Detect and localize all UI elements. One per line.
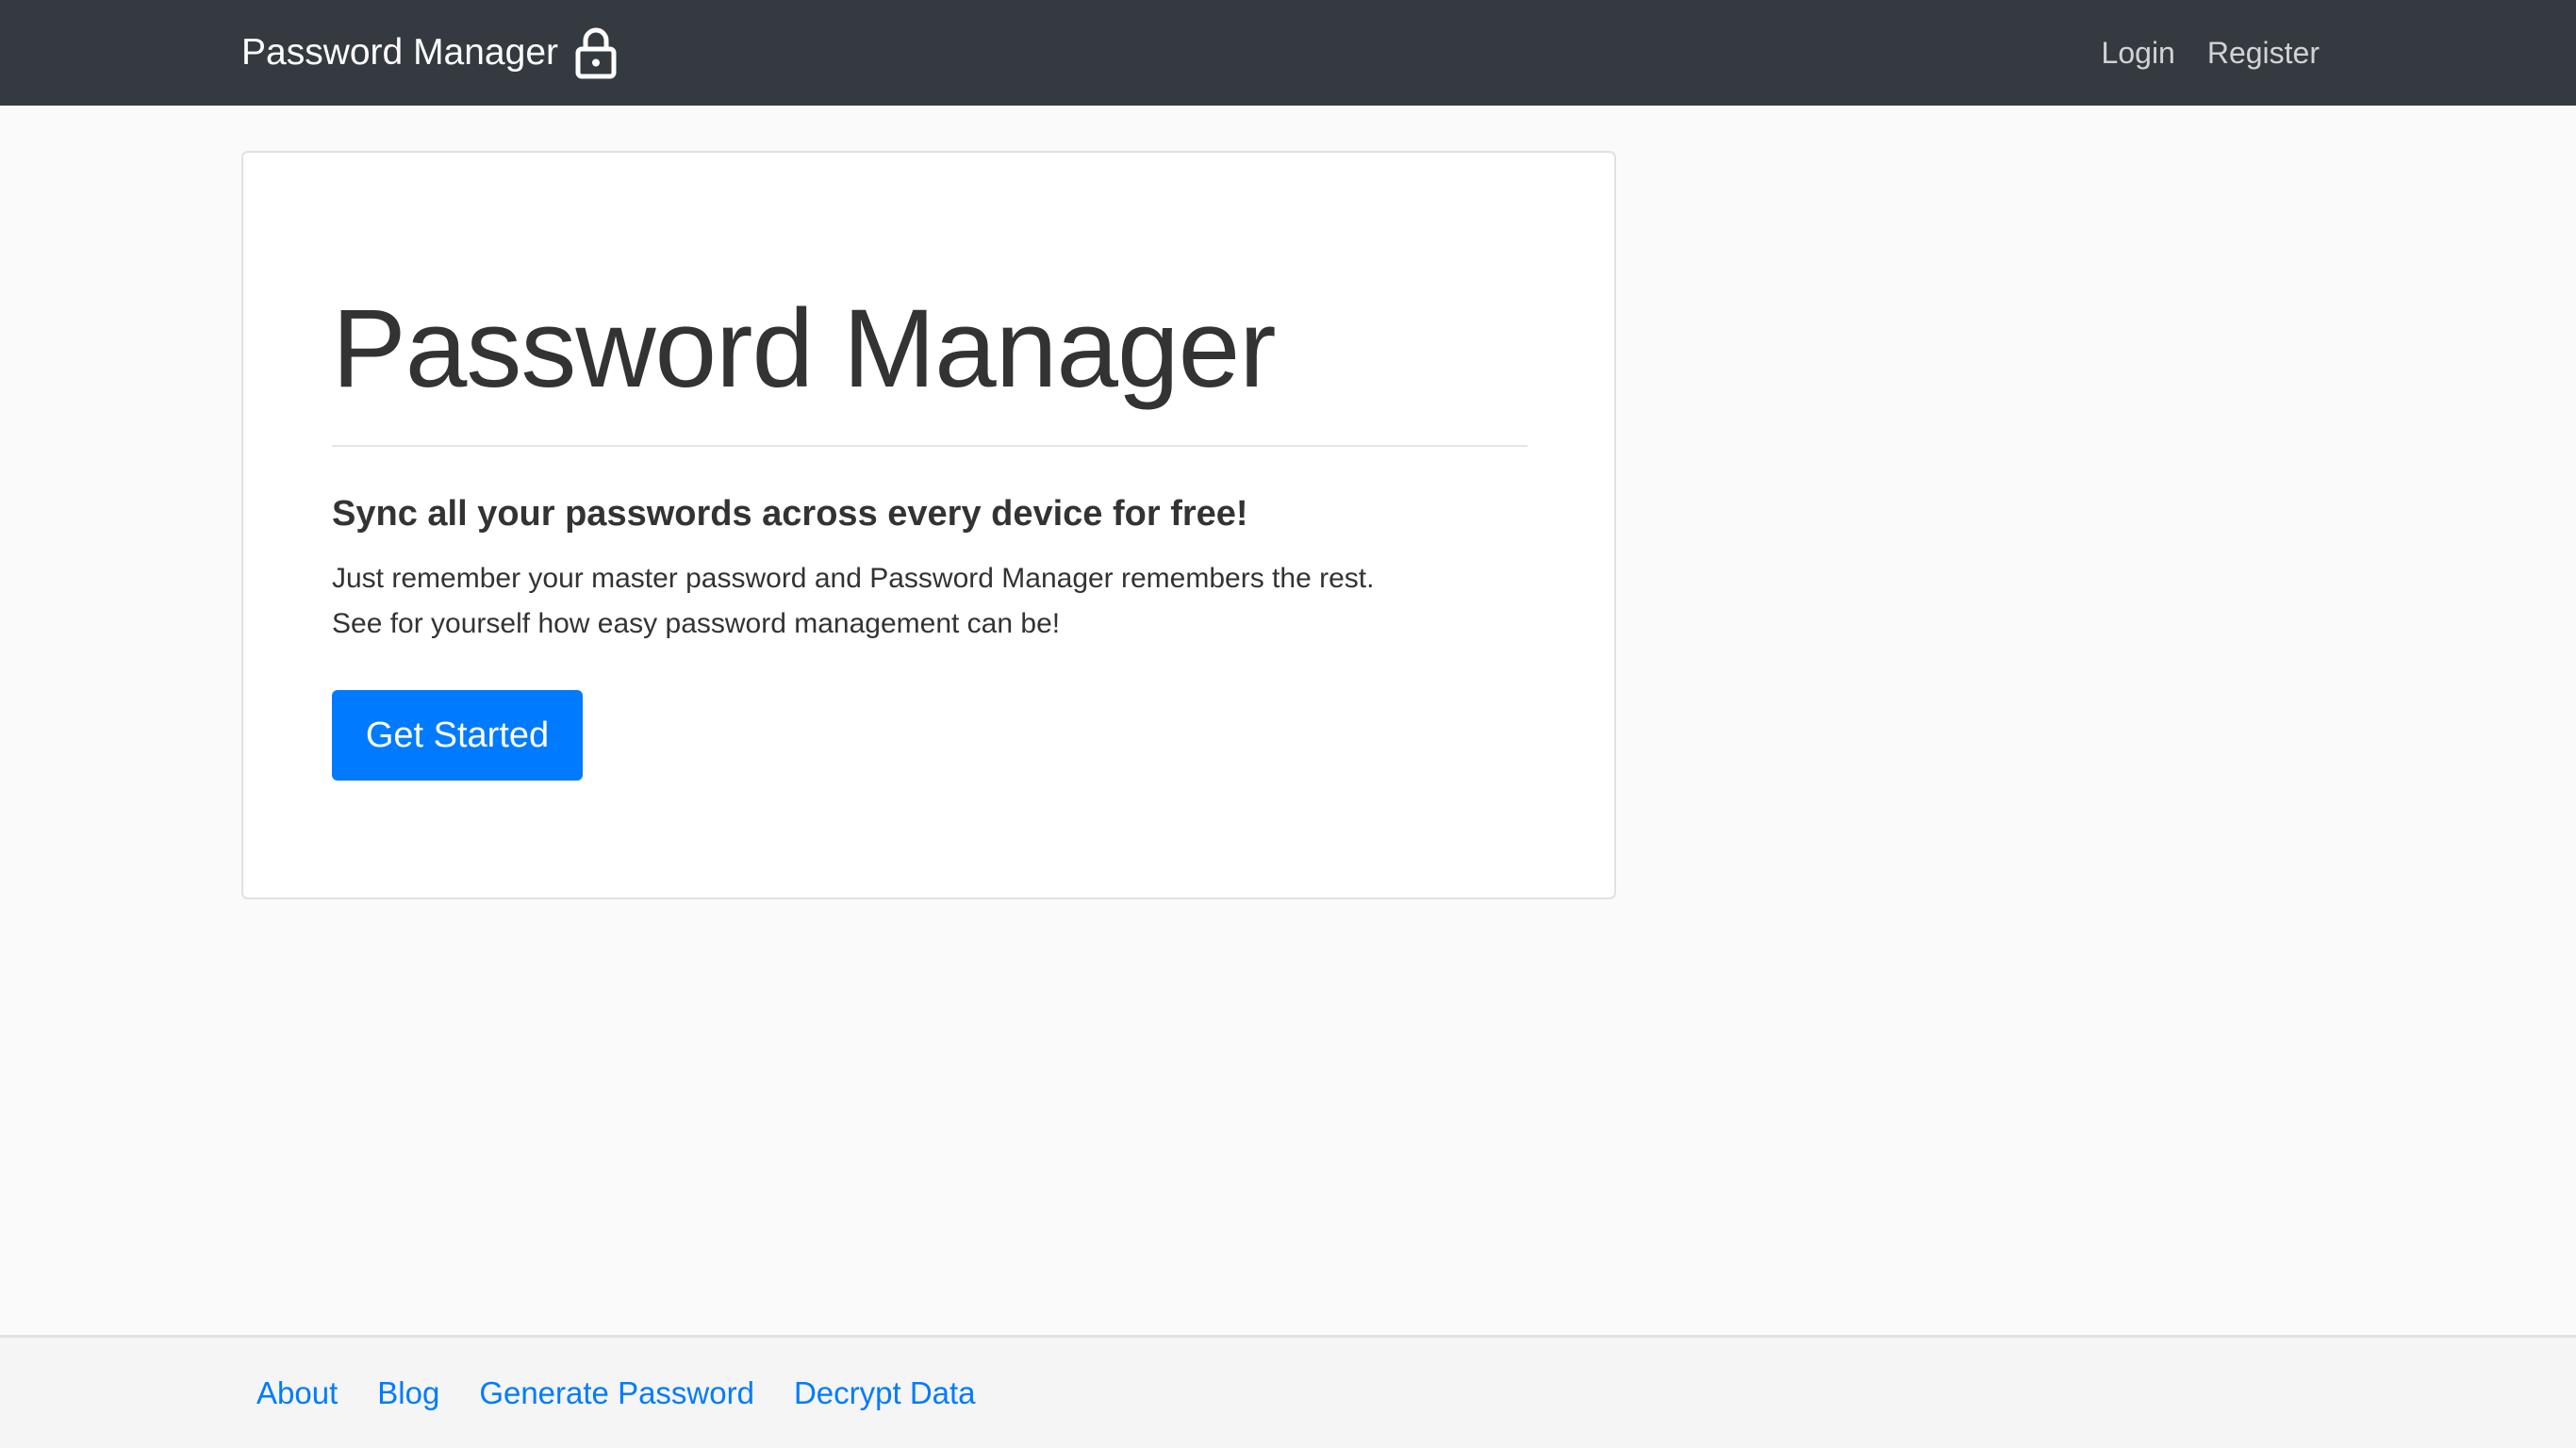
- get-started-button[interactable]: Get Started: [332, 690, 583, 781]
- brand-link[interactable]: Password Manager: [241, 0, 617, 106]
- divider: [332, 445, 1527, 447]
- description-line: Just remember your master password and P…: [332, 563, 1375, 594]
- brand-text: Password Manager: [241, 32, 558, 73]
- hero-card: Password Manager Sync all your passwords…: [241, 151, 1616, 899]
- hero-subtitle: Sync all your passwords across every dev…: [332, 494, 1248, 534]
- footer-links: About Blog Generate Password Decrypt Dat…: [256, 1338, 976, 1448]
- generate-password-link[interactable]: Generate Password: [479, 1375, 754, 1411]
- nav-links: Login Register: [2102, 0, 2320, 106]
- footer: About Blog Generate Password Decrypt Dat…: [0, 1335, 2576, 1448]
- login-link[interactable]: Login: [2102, 36, 2175, 71]
- decrypt-data-link[interactable]: Decrypt Data: [794, 1375, 976, 1411]
- description-line: See for yourself how easy password manag…: [332, 608, 1061, 639]
- page-title: Password Manager: [332, 287, 1277, 411]
- lock-icon: [575, 27, 617, 79]
- navbar: Password Manager Login Register: [0, 0, 2576, 106]
- hero-description: Just remember your master password and P…: [332, 556, 1374, 647]
- register-link[interactable]: Register: [2207, 36, 2320, 71]
- about-link[interactable]: About: [256, 1375, 338, 1411]
- blog-link[interactable]: Blog: [377, 1375, 439, 1411]
